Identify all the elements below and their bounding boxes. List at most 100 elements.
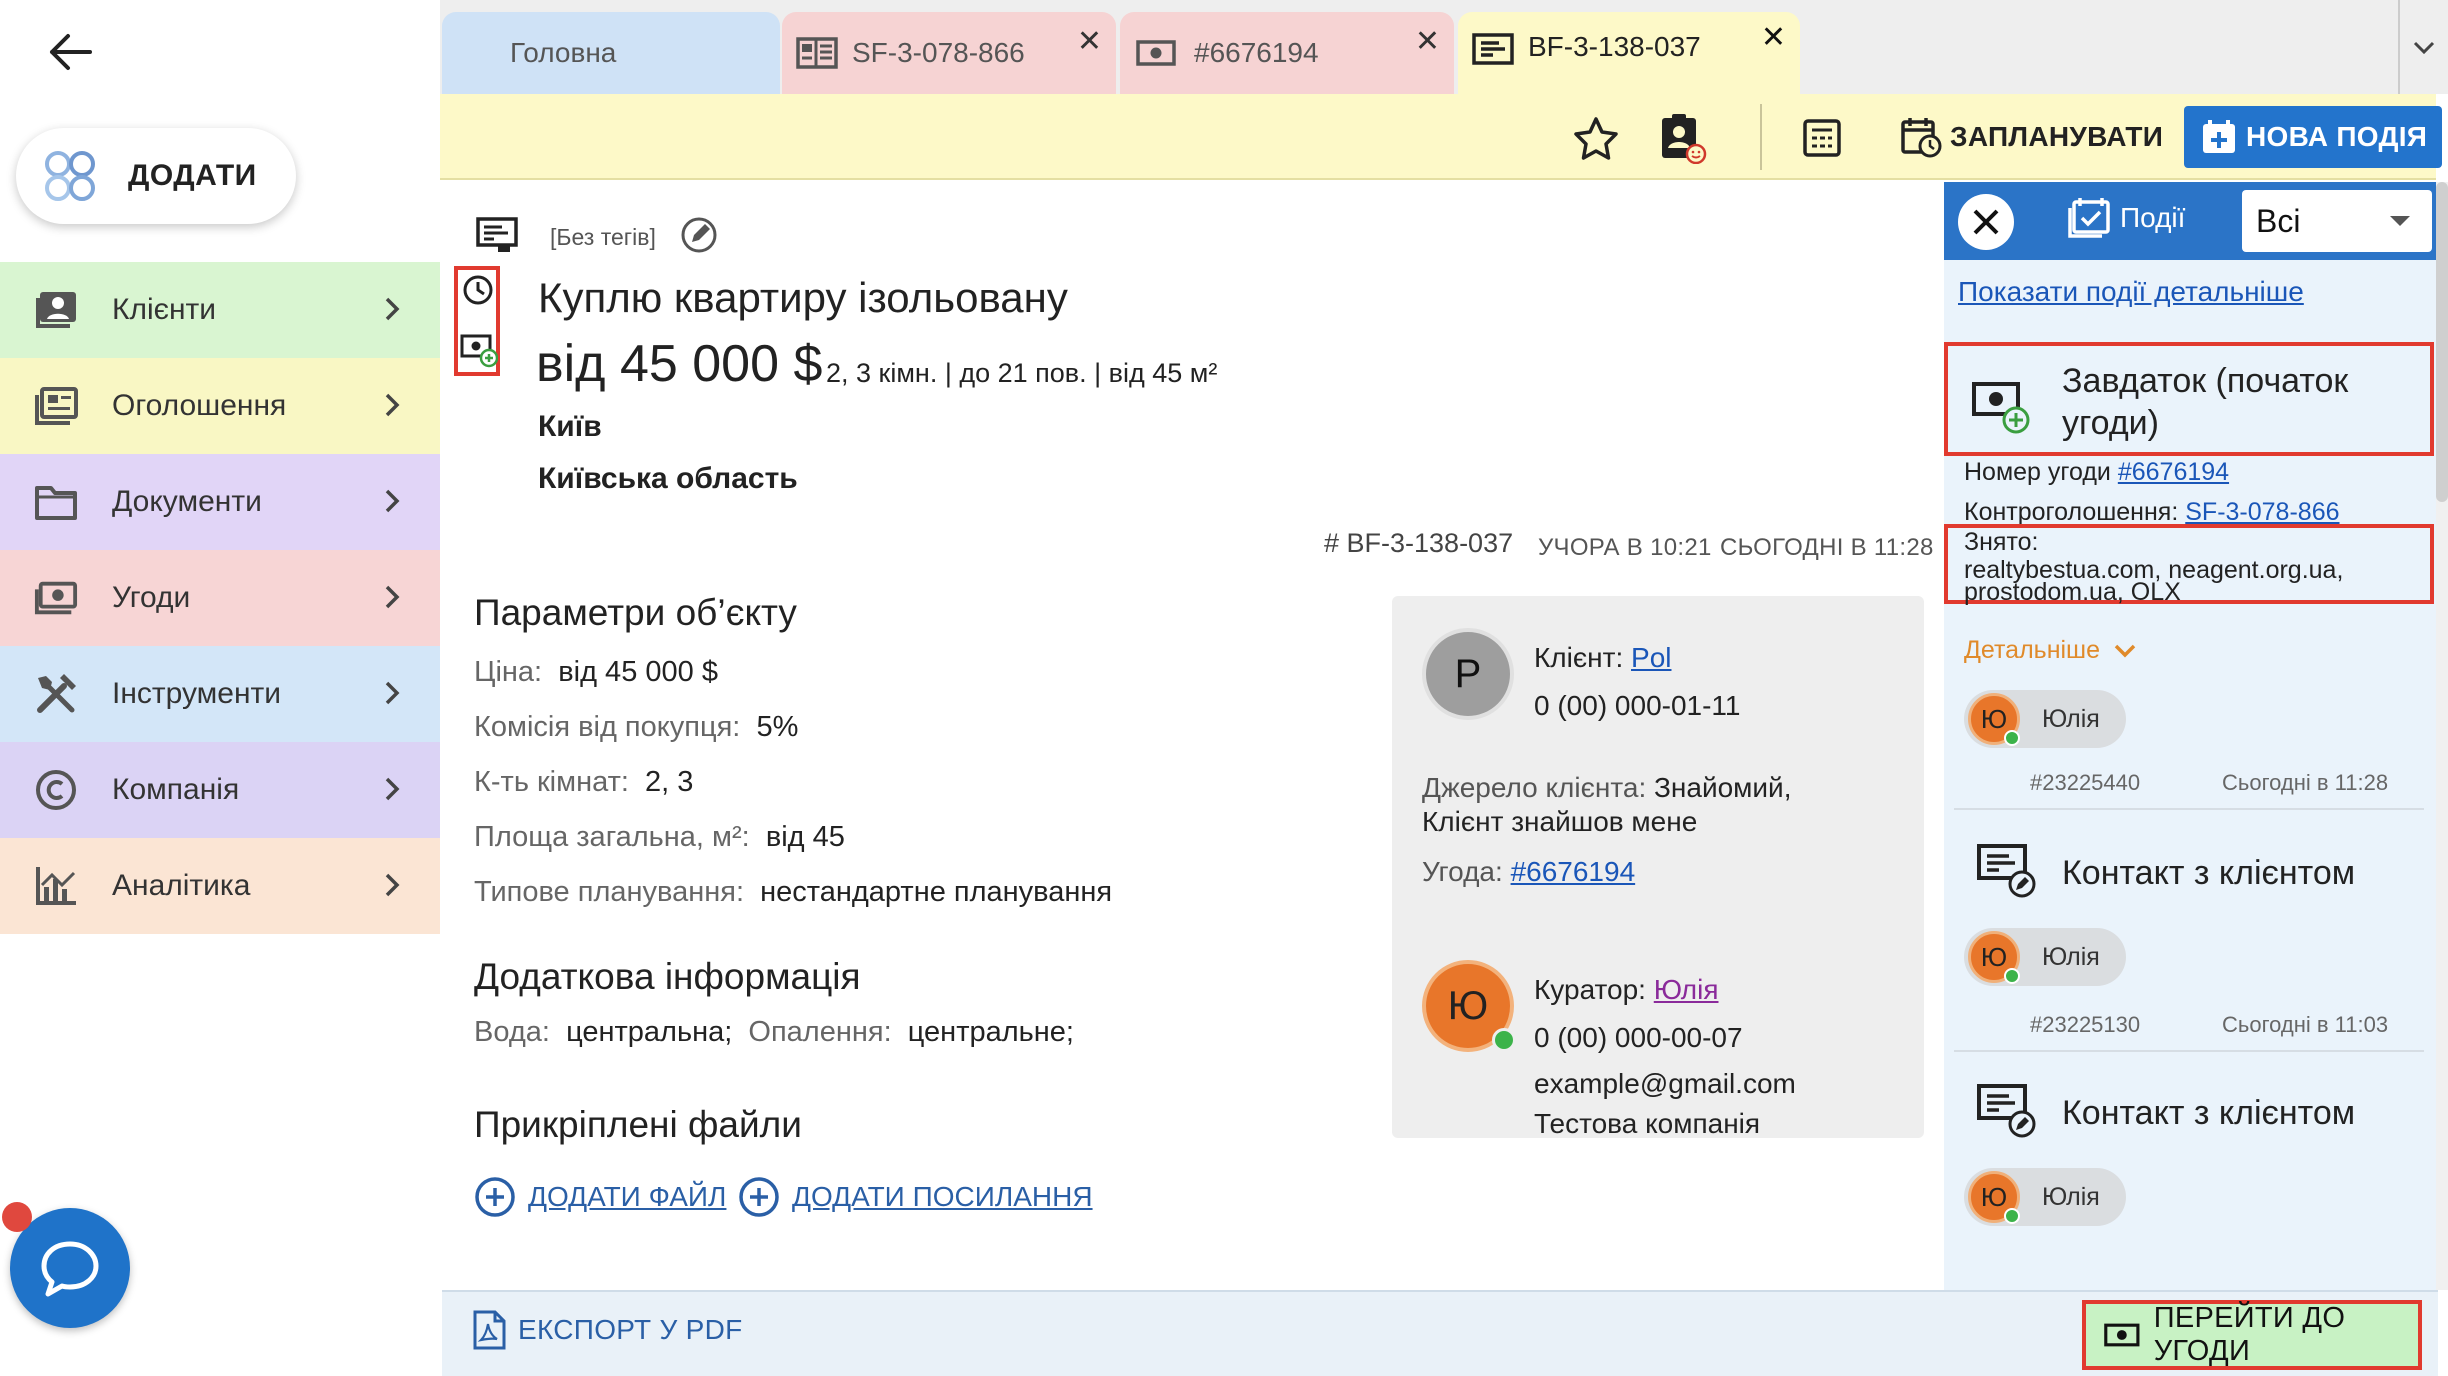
request-icon bbox=[476, 217, 518, 252]
calendar-check-icon bbox=[2068, 198, 2110, 238]
user-name: Юлія bbox=[2042, 704, 2100, 733]
calculator-button[interactable] bbox=[1794, 110, 1850, 166]
param-label: Типове планування: bbox=[474, 876, 745, 908]
event-divider bbox=[1954, 1050, 2424, 1052]
param-label: К-ть кімнат: bbox=[474, 766, 629, 798]
control-link[interactable]: SF-3-078-866 bbox=[2185, 498, 2339, 526]
money-icon bbox=[34, 576, 78, 620]
curator-name-link[interactable]: Юлія bbox=[1654, 974, 1719, 1005]
sidebar-item-label: Компанія bbox=[112, 773, 240, 806]
go-to-deal-button[interactable]: ПЕРЕЙТИ ДО УГОДИ bbox=[2082, 1300, 2422, 1370]
tab-bf-3-138-037[interactable]: BF-3-138-037 ✕ bbox=[1458, 12, 1800, 94]
close-icon[interactable]: ✕ bbox=[1415, 24, 1440, 59]
calendar-clock-icon bbox=[1901, 118, 1942, 158]
source-value-2: Клієнт знайшов мене bbox=[1422, 806, 1698, 837]
sidebar-item-listings[interactable]: Оголошення bbox=[0, 358, 440, 454]
events-filter-select[interactable]: Всі bbox=[2242, 190, 2432, 252]
param-value: від 45 bbox=[765, 821, 845, 853]
export-pdf-button[interactable]: ЕКСПОРТ У PDF bbox=[472, 1310, 743, 1350]
clipboard-user-icon bbox=[1662, 114, 1707, 164]
schedule-button[interactable]: ЗАПЛАНУВАТИ bbox=[1900, 108, 2163, 166]
deal-money-icon bbox=[460, 334, 498, 368]
event-divider bbox=[1954, 808, 2424, 810]
tabs-dropdown-button[interactable] bbox=[2398, 0, 2448, 94]
close-icon[interactable]: ✕ bbox=[1077, 24, 1102, 59]
sidebar-item-company[interactable]: Компанія bbox=[0, 742, 440, 838]
deal-number-link[interactable]: #6676194 bbox=[2118, 458, 2229, 486]
caret-down-icon bbox=[2390, 216, 2410, 226]
sidebar-item-label: Документи bbox=[112, 485, 262, 518]
tab-sf-3-078-866[interactable]: SF-3-078-866 ✕ bbox=[782, 12, 1116, 94]
add-button-label: ДОДАТИ bbox=[128, 159, 257, 192]
toolbar: ЗАПЛАНУВАТИ НОВА ПОДІЯ bbox=[440, 94, 2442, 180]
tab-home[interactable]: Головна bbox=[442, 12, 780, 94]
sidebar-item-analytics[interactable]: Аналітика bbox=[0, 838, 440, 934]
add-logo-icon bbox=[45, 151, 95, 201]
extra-row: Вода: центральна; Опалення: центральне; bbox=[474, 1016, 1074, 1049]
add-file-button[interactable]: ДОДАТИ ФАЙЛ bbox=[474, 1176, 726, 1218]
param-row: К-ть кімнат: 2, 3 bbox=[474, 766, 693, 799]
chevron-right-icon bbox=[385, 777, 400, 801]
chevron-down-icon bbox=[2413, 41, 2435, 54]
close-icon[interactable]: ✕ bbox=[1761, 20, 1786, 55]
close-icon bbox=[1973, 209, 1999, 235]
params-heading: Параметри об’єкту bbox=[474, 592, 797, 633]
add-link-button[interactable]: ДОДАТИ ПОСИЛАННЯ bbox=[738, 1176, 1093, 1218]
param-value: 2, 3 bbox=[645, 766, 694, 798]
event-time: Сьогодні в 11:03 bbox=[2222, 1012, 2389, 1037]
favorite-button[interactable] bbox=[1568, 110, 1624, 166]
tab-label: BF-3-138-037 bbox=[1528, 31, 1701, 62]
water-value: центральна; bbox=[566, 1016, 733, 1048]
clock-icon bbox=[463, 275, 493, 305]
event-user-chip[interactable]: Ю Юлія bbox=[1964, 690, 2126, 748]
event-id: #23225130 bbox=[2030, 1012, 2141, 1037]
show-detailed-link[interactable]: Показати події детальніше bbox=[1958, 276, 2304, 308]
tab-label: Головна bbox=[510, 37, 617, 68]
sidebar-item-documents[interactable]: Документи bbox=[0, 454, 440, 550]
plus-circle-icon bbox=[475, 1177, 515, 1217]
request-price: від 45 000 $ bbox=[536, 335, 823, 393]
tab-6676194[interactable]: #6676194 ✕ bbox=[1120, 12, 1454, 94]
deal-money-icon bbox=[1972, 382, 2030, 434]
curator-email: example@gmail.com bbox=[1534, 1068, 1796, 1099]
tabs-bar: Головна SF-3-078-866 ✕ #6676194 ✕ BF-3-1… bbox=[440, 0, 2448, 94]
money-icon bbox=[1136, 40, 1176, 66]
add-button[interactable]: ДОДАТИ bbox=[16, 128, 296, 224]
sidebar-item-clients[interactable]: Клієнти bbox=[0, 262, 440, 358]
event-more-toggle[interactable]: Детальніше bbox=[1964, 636, 2136, 665]
param-row: Типове планування: нестандартне плануван… bbox=[474, 876, 1112, 909]
close-events-button[interactable] bbox=[1958, 194, 2014, 250]
control-label: Контроголошення: bbox=[1964, 498, 2179, 526]
client-line: Клієнт: Pol bbox=[1534, 642, 1671, 674]
add-file-label: ДОДАТИ ФАЙЛ bbox=[528, 1181, 727, 1212]
folder-icon bbox=[34, 480, 78, 524]
sidebar-item-tools[interactable]: Інструменти bbox=[0, 646, 440, 742]
removed-sites-line2: prostodom.ua, OLX bbox=[1964, 578, 2181, 606]
heating-label: Опалення: bbox=[748, 1016, 892, 1048]
client-name-link[interactable]: Pol bbox=[1631, 642, 1671, 673]
calendar-plus-icon bbox=[2203, 120, 2235, 153]
events-tab[interactable]: Події bbox=[2066, 196, 2185, 240]
edit-tags-icon[interactable] bbox=[680, 216, 718, 254]
sidebar-item-label: Оголошення bbox=[112, 389, 287, 422]
back-button[interactable] bbox=[40, 22, 100, 82]
deal-link[interactable]: #6676194 bbox=[1511, 856, 1636, 887]
event-user-chip[interactable]: Ю Юлія bbox=[1964, 928, 2126, 986]
events-scrollbar-thumb[interactable] bbox=[2436, 182, 2448, 502]
event-user-chip[interactable]: Ю Юлія bbox=[1964, 1168, 2126, 1226]
curator-company: Тестова компанія bbox=[1534, 1108, 1761, 1139]
sidebar-item-deals[interactable]: Угоди bbox=[0, 550, 440, 646]
new-event-button-label: НОВА ПОДІЯ bbox=[2246, 121, 2428, 152]
export-pdf-label: ЕКСПОРТ У PDF bbox=[518, 1314, 743, 1345]
new-event-button[interactable]: НОВА ПОДІЯ bbox=[2184, 106, 2442, 168]
notification-dot bbox=[2, 1202, 32, 1232]
client-feedback-button[interactable] bbox=[1654, 110, 1710, 166]
tags-label: [Без тегів] bbox=[550, 224, 656, 250]
event-title: Контакт з клієнтом bbox=[2062, 854, 2356, 892]
updated-date: СЬОГОДНІ В 11:28 bbox=[1720, 534, 1934, 561]
events-header: Події Всі bbox=[1944, 182, 2436, 260]
plus-circle-icon bbox=[739, 1177, 779, 1217]
event-title-line2: угоди) bbox=[2062, 404, 2159, 442]
chevron-right-icon bbox=[385, 681, 400, 705]
param-value: нестандартне планування bbox=[760, 876, 1113, 908]
